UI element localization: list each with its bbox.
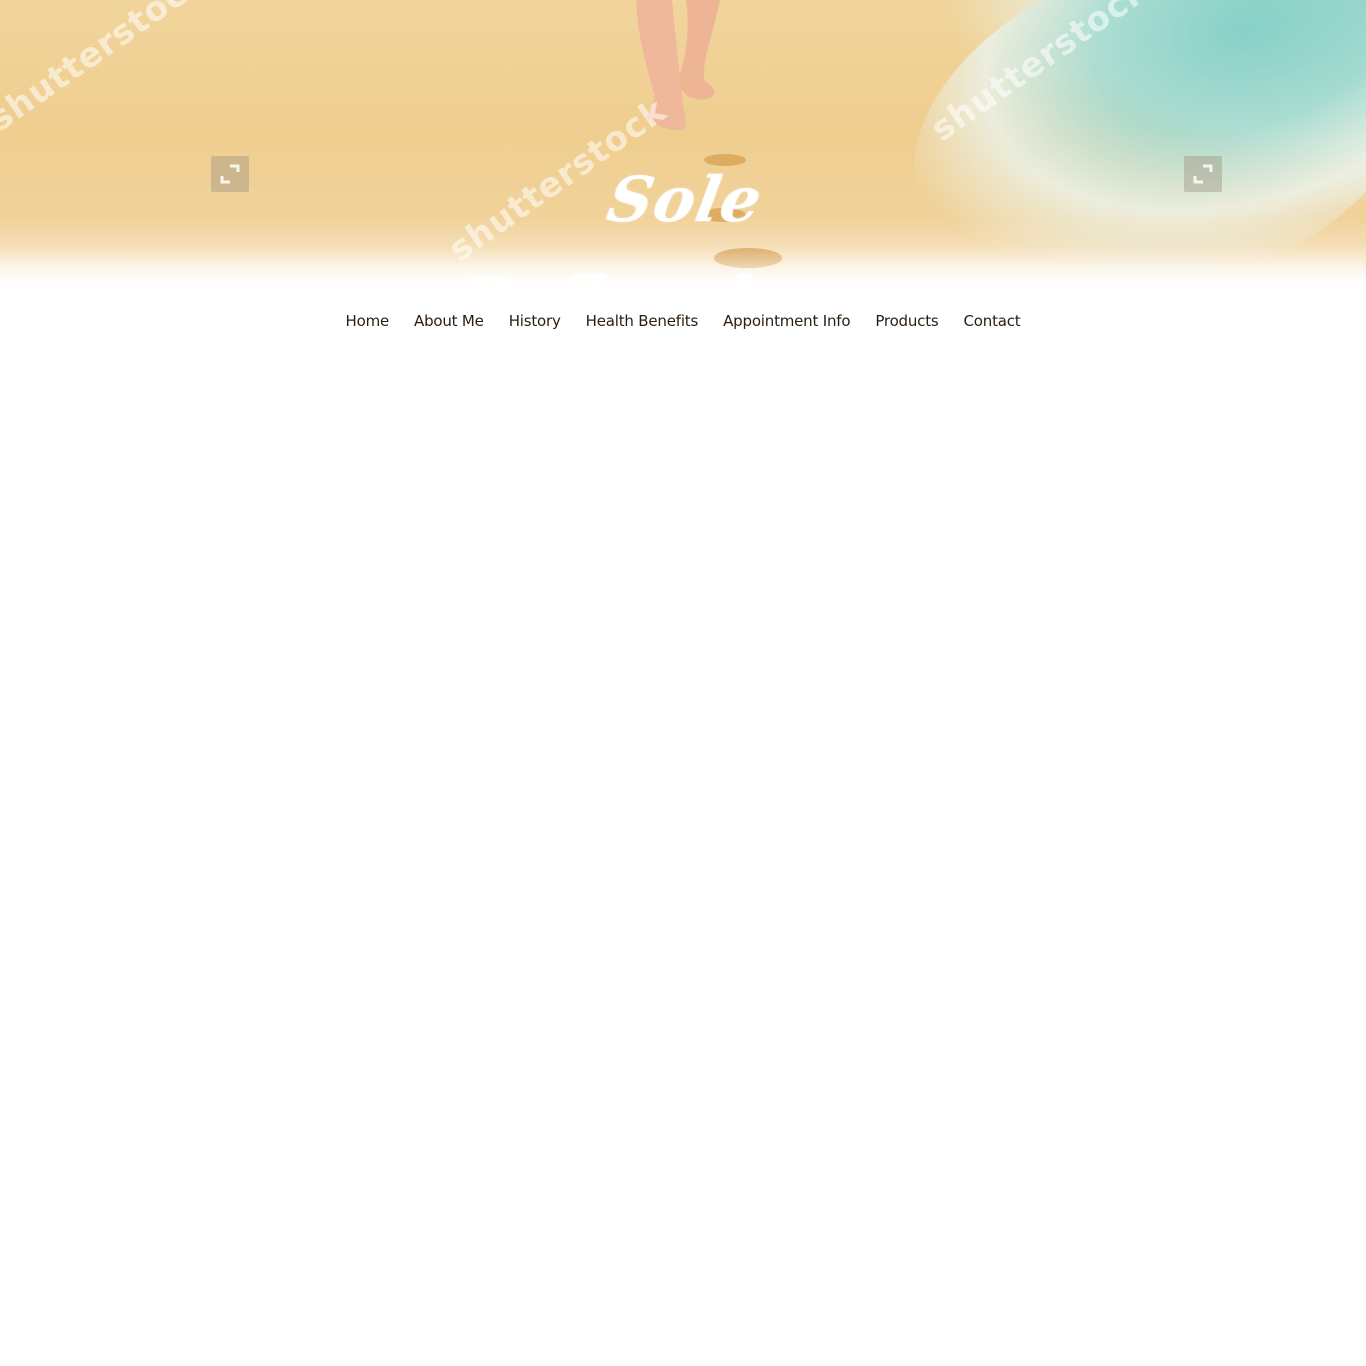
nav-item-contact[interactable]: Contact [952,305,1033,337]
hero-fade [0,246,1366,292]
nav-item-products[interactable]: Products [863,305,950,337]
watermark-logo-icon [1184,156,1222,192]
nav-item-home[interactable]: Home [334,305,402,337]
main-content [0,340,1366,1366]
nav-item-appointment-info[interactable]: Appointment Info [711,305,862,337]
hero-banner: shutterstock shutterstock shutterstock S… [0,0,1366,292]
watermark-text: shutterstock [0,0,214,140]
nav-item-history[interactable]: History [497,305,573,337]
page: shutterstock shutterstock shutterstock S… [0,0,1366,1366]
nav-item-health-benefits[interactable]: Health Benefits [574,305,710,337]
nav-item-about-me[interactable]: About Me [402,305,496,337]
main-nav: Home About Me History Health Benefits Ap… [0,304,1366,338]
watermark-logo-icon [211,156,249,192]
site-logo-title[interactable]: Sole Reflexology [431,150,939,292]
